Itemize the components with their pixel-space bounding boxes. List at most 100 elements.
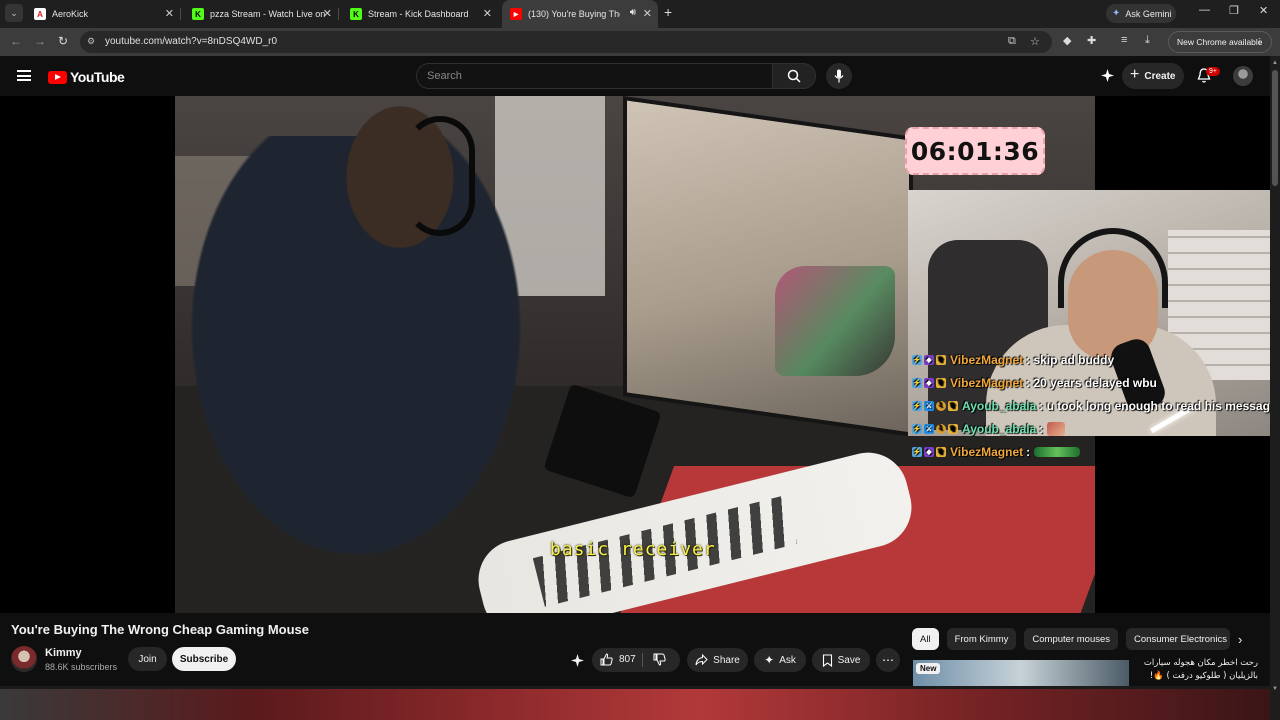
forward-icon[interactable]: →: [34, 34, 46, 48]
close-tab-icon[interactable]: ✕: [643, 7, 652, 20]
window-close-icon[interactable]: ✕: [1259, 4, 1268, 17]
chat-emote-icon: [1034, 446, 1081, 457]
ask-gemini-button[interactable]: ✦ Ask Gemini: [1106, 4, 1176, 23]
dislike-button[interactable]: [653, 653, 666, 671]
kick-badge-icon: ⚡: [912, 400, 922, 411]
stream-timer: 06:01:36: [905, 127, 1045, 175]
chat-username: VibezMagnet: [950, 444, 1024, 459]
kick-badge-icon: ⚡: [912, 377, 922, 388]
account-avatar[interactable]: [1233, 66, 1253, 86]
browser-tab-youtube[interactable]: ▶ (130) You're Buying The Wrong Cheap Ga…: [502, 0, 658, 28]
site-info-icon[interactable]: ⚙: [87, 36, 99, 48]
chat-username: Ayoub_abala: [962, 421, 1037, 436]
new-tab-button[interactable]: +: [664, 4, 672, 20]
vip-badge-icon: ♛: [936, 377, 946, 388]
downloads-icon[interactable]: ⤓: [1145, 34, 1150, 47]
chip-from-kimmy[interactable]: From Kimmy: [946, 628, 1017, 650]
chat-emote-icon: [1047, 421, 1066, 436]
menu-kebab-icon[interactable]: ⋮: [1256, 36, 1265, 47]
close-tab-icon[interactable]: ✕: [165, 7, 174, 20]
youtube-masthead: YouTube Search + Create 9+: [0, 56, 1270, 96]
sub-badge-icon: ◆: [924, 446, 934, 457]
chip-all[interactable]: All: [912, 628, 939, 650]
back-icon[interactable]: ←: [10, 34, 22, 48]
chip-computer-mouses[interactable]: Computer mouses: [1024, 628, 1119, 650]
vip-badge-icon: ♛: [948, 400, 958, 411]
kick-favicon-icon: K: [192, 8, 204, 20]
mod-badge-icon: ⚔: [924, 423, 934, 434]
stream-chat-overlay: ⚡ ◆ ♛ VibezMagnet: skip ad buddy ⚡ ◆ ♛ VibezMag…: [912, 348, 1270, 463]
thumbs-down-icon: [653, 653, 666, 666]
page-scrollbar[interactable]: ▲ ▼: [1270, 56, 1280, 720]
share-button[interactable]: Share: [687, 648, 748, 672]
reload-icon[interactable]: ↻: [58, 34, 68, 48]
browser-tab-kick-dashboard[interactable]: K Stream - Kick Dashboard ✕: [342, 0, 498, 28]
tab-search-button[interactable]: ⌄: [5, 4, 23, 22]
url-text[interactable]: youtube.com/watch?v=8nDSQ4WD_r0: [105, 36, 277, 47]
tab-title: (130) You're Buying The Wrong Cheap Gami…: [528, 9, 620, 19]
close-tab-icon[interactable]: ✕: [483, 7, 492, 20]
below-fold-content: [0, 686, 1270, 720]
extensions-puzzle-icon[interactable]: ✚: [1087, 34, 1096, 47]
save-button[interactable]: Save: [812, 648, 870, 672]
aerokick-favicon-icon: A: [34, 8, 46, 20]
gaming-hub-icon[interactable]: [1100, 68, 1115, 83]
chat-message: ⚡ ◆ ♛ VibezMagnet: 20 years delayed wbu: [912, 371, 1270, 394]
gemini-sparkle-icon: ✦: [1112, 8, 1121, 19]
subscribe-button[interactable]: Subscribe: [172, 647, 236, 671]
minimize-icon[interactable]: —: [1199, 4, 1210, 16]
chip-consumer-electronics[interactable]: Consumer Electronics: [1126, 628, 1231, 650]
install-app-icon[interactable]: ⧉: [1008, 35, 1016, 48]
recommended-video-thumbnail[interactable]: [913, 660, 1129, 688]
chat-message-text: : skip ad buddy: [1026, 352, 1115, 367]
sub-badge-icon: ◆: [924, 377, 934, 388]
hamburger-menu-icon[interactable]: [17, 70, 31, 81]
join-button[interactable]: Join: [128, 647, 167, 671]
subscriber-count: 88.6K subscribers: [45, 662, 118, 672]
address-bar[interactable]: ⚙ youtube.com/watch?v=8nDSQ4WD_r0 ⧉ ☆: [80, 31, 1052, 53]
chevron-right-icon[interactable]: ›: [1238, 632, 1242, 647]
ask-button[interactable]: ✦ Ask: [754, 648, 806, 672]
bookmark-star-icon[interactable]: ☆: [1030, 35, 1040, 48]
ask-sparkle-icon: ✦: [764, 653, 775, 667]
like-count: 807: [619, 654, 636, 665]
thumbs-up-icon: [600, 653, 613, 666]
chat-message: ⚡ ⚔ 1 ♛ Ayoub_abala: u took long enough to r…: [912, 394, 1270, 417]
chat-message: ⚡ ◆ ♛ VibezMagnet:: [912, 440, 1270, 463]
browser-tab-aerokick[interactable]: A AeroKick ✕: [26, 0, 180, 28]
voice-search-button[interactable]: [826, 63, 852, 89]
chat-message-text: :: [1039, 421, 1044, 436]
maximize-icon[interactable]: ❐: [1229, 4, 1239, 17]
close-tab-icon[interactable]: ✕: [323, 7, 332, 20]
like-button[interactable]: 807: [600, 653, 636, 666]
recommended-video-title[interactable]: رحت اخطر مكان هجوله سيارات بالزيليان ( ط…: [1134, 657, 1258, 683]
browser-tab-pzza-stream[interactable]: K pzza Stream - Watch Live on Kick ✕: [184, 0, 338, 28]
youtube-logo[interactable]: YouTube: [48, 69, 125, 85]
scroll-down-arrow-icon[interactable]: ▼: [1272, 686, 1278, 692]
scrollbar-thumb[interactable]: [1272, 70, 1278, 186]
extension-diamond-icon[interactable]: ◆: [1063, 34, 1071, 47]
video-player[interactable]: basic receiver 06:01:36 ⚡ ◆ ♛ VibezMagnet: …: [0, 96, 1270, 613]
create-button[interactable]: + Create: [1122, 63, 1184, 89]
video-caption: basic receiver: [550, 539, 716, 560]
sub-badge-icon: ◆: [924, 354, 934, 365]
ai-sparkle-icon[interactable]: [570, 653, 585, 668]
kick-badge-icon: ⚡: [912, 423, 922, 434]
gift-badge-icon: 1: [936, 400, 946, 411]
new-chrome-available-button[interactable]: New Chrome available ⋮: [1168, 31, 1272, 53]
chat-message-text: :: [1026, 444, 1031, 459]
tab-title: pzza Stream - Watch Live on Kick: [210, 9, 326, 19]
channel-avatar[interactable]: [11, 646, 37, 672]
media-control-icon[interactable]: ≡: [1121, 34, 1127, 46]
filter-chips: All From Kimmy Computer mouses Consumer …: [912, 628, 1231, 650]
like-dislike-bar: 807: [592, 648, 680, 672]
more-actions-icon[interactable]: ⋯: [876, 648, 900, 672]
plus-icon: +: [1130, 66, 1140, 83]
search-input[interactable]: Search: [416, 63, 772, 89]
kick-badge-icon: ⚡: [912, 354, 922, 365]
search-button[interactable]: [772, 63, 816, 89]
scroll-up-arrow-icon[interactable]: ▲: [1272, 60, 1278, 66]
channel-name[interactable]: Kimmy: [45, 647, 82, 659]
speaker-icon[interactable]: 🔊︎: [630, 7, 636, 18]
chat-message-text: : 20 years delayed wbu: [1026, 375, 1157, 390]
